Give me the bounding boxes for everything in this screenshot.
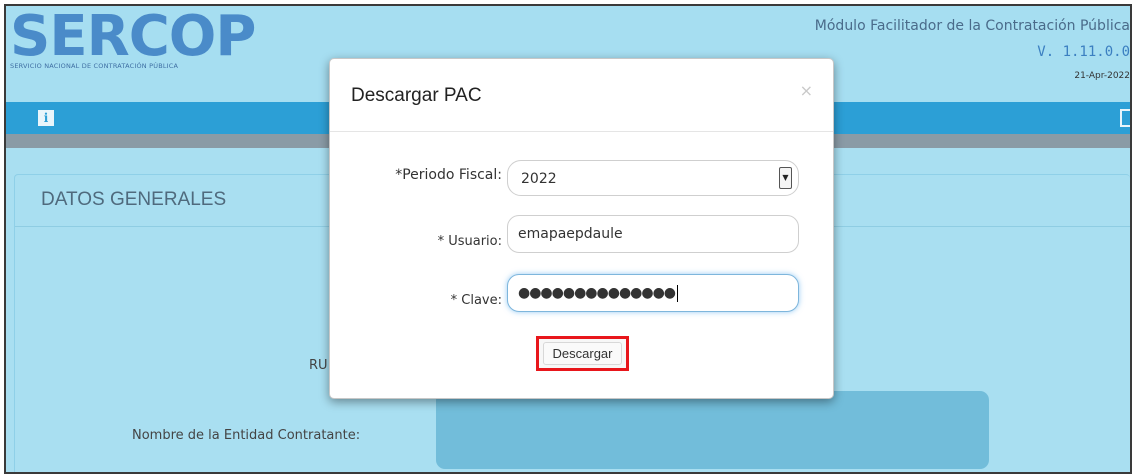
clave-input[interactable]: ●●●●●●●●●●●●●● bbox=[507, 274, 799, 312]
version-label: V. 1.11.0.0 bbox=[1037, 44, 1130, 60]
entidad-field bbox=[436, 391, 989, 469]
clave-value: ●●●●●●●●●●●●●● bbox=[518, 285, 676, 301]
descargar-label: Descargar bbox=[543, 342, 622, 365]
modal-title: Descargar PAC bbox=[351, 85, 482, 106]
usuario-input[interactable]: emapaepdaule bbox=[507, 215, 799, 253]
window-icon[interactable] bbox=[1120, 109, 1130, 127]
descargar-button[interactable]: Descargar bbox=[536, 336, 629, 371]
periodo-fiscal-value: 2022 bbox=[521, 171, 557, 187]
date-label: 21-Apr-2022 bbox=[1074, 71, 1130, 81]
panel-title: DATOS GENERALES bbox=[41, 189, 227, 210]
close-icon[interactable]: × bbox=[800, 81, 813, 100]
info-icon[interactable]: i bbox=[38, 110, 54, 126]
descargar-pac-modal: Descargar PAC × *Periodo Fiscal: 2022 ▼ … bbox=[329, 58, 834, 399]
chevron-down-icon[interactable]: ▼ bbox=[779, 167, 792, 189]
usuario-label: * Usuario: bbox=[437, 234, 502, 249]
modal-header: Descargar PAC × bbox=[330, 59, 833, 132]
sercop-logo: SERCOP SERVICIO NACIONAL DE CONTRATACIÓN… bbox=[10, 4, 256, 71]
text-caret bbox=[677, 284, 679, 302]
app-title: Módulo Facilitador de la Contratación Pú… bbox=[814, 18, 1130, 34]
clave-label: * Clave: bbox=[450, 293, 502, 308]
periodo-fiscal-label: *Periodo Fiscal: bbox=[395, 167, 502, 183]
ruc-label: RU bbox=[309, 358, 328, 373]
logo-text: SERCOP bbox=[10, 4, 256, 69]
app-window: SERCOP SERVICIO NACIONAL DE CONTRATACIÓN… bbox=[4, 4, 1132, 474]
entidad-label: Nombre de la Entidad Contratante: bbox=[132, 428, 361, 443]
periodo-fiscal-select[interactable]: 2022 ▼ bbox=[507, 160, 799, 196]
